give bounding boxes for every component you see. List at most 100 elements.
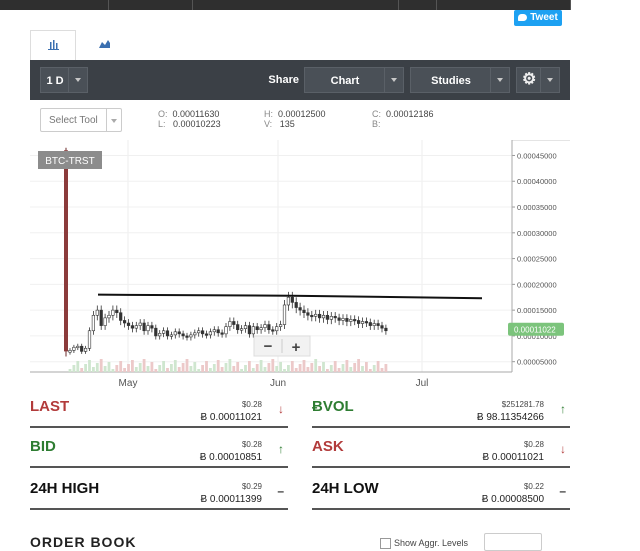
- volume-bar: [271, 359, 275, 372]
- volume-bar: [365, 362, 368, 372]
- tweet-button[interactable]: Tweet: [514, 10, 562, 26]
- volume-bar: [368, 369, 372, 372]
- volume-bar: [92, 367, 95, 372]
- volume-bar: [279, 362, 282, 372]
- volume-bar: [95, 363, 99, 372]
- candle-body: [103, 317, 107, 326]
- candle-body: [76, 345, 80, 349]
- stat-usd: $0.22: [523, 482, 544, 491]
- stat-usd: $0.29: [241, 482, 262, 491]
- candle-body: [123, 320, 127, 324]
- gear-icon: ⚙: [522, 71, 537, 88]
- volume-bar: [177, 367, 181, 372]
- volume-bar: [212, 364, 216, 372]
- top-nav-segment[interactable]: [398, 0, 437, 10]
- interval-select[interactable]: 1 D: [40, 67, 88, 93]
- volume-bar: [181, 363, 185, 372]
- volume-bar: [318, 366, 321, 372]
- candle-body: [83, 347, 88, 352]
- candle-body: [345, 318, 349, 322]
- candle-body: [372, 323, 376, 326]
- select-tool-dropdown[interactable]: Select Tool: [40, 108, 122, 132]
- volume-bar: [119, 361, 123, 372]
- volume-value: 135: [279, 119, 295, 129]
- top-nav-segment[interactable]: [108, 0, 193, 10]
- volume-bar: [361, 366, 364, 372]
- tab-area-chart[interactable]: [82, 30, 126, 60]
- volume-bar: [267, 363, 271, 372]
- volume-bar: [170, 364, 173, 372]
- candle-body: [115, 309, 119, 314]
- chart-type-select[interactable]: Chart: [304, 67, 404, 93]
- stat-bid: BID $0.28 Ƀ 0.00010851 ↑: [30, 432, 288, 468]
- volume-bar: [333, 361, 337, 372]
- y-tick-label: 0.00005000: [517, 358, 557, 367]
- volume-bar: [123, 368, 126, 372]
- chevron-down-icon: [490, 68, 509, 92]
- stat-usd: $0.28: [523, 440, 544, 449]
- volume-bar: [76, 361, 80, 372]
- candle-body: [87, 330, 92, 349]
- tab-candlestick[interactable]: [30, 30, 76, 61]
- open-value: 0.00011630: [172, 109, 220, 119]
- settings-button[interactable]: ⚙: [516, 67, 560, 93]
- volume-bar: [189, 366, 193, 372]
- candlestick-icon: [48, 40, 59, 50]
- y-tick-label: 0.00035000: [517, 203, 557, 212]
- x-tick-label: Jul: [416, 378, 429, 389]
- volume-bar: [216, 360, 220, 372]
- volume-bar: [154, 369, 158, 372]
- price-chart[interactable]: May Jun Jul 0.00045000 0.00040000 0.00035000 0…: [30, 140, 570, 390]
- stat-name: 24H HIGH: [30, 480, 100, 497]
- zoom-out-button[interactable]: −: [264, 338, 273, 355]
- candle-body: [282, 304, 287, 325]
- top-nav-segment[interactable]: [436, 0, 571, 10]
- studies-select[interactable]: Studies: [410, 67, 510, 93]
- candle-body: [259, 327, 263, 331]
- candle-body: [189, 334, 193, 338]
- volume-bar: [337, 368, 341, 372]
- price-chart-svg[interactable]: May Jun Jul 0.00045000 0.00040000 0.00035000 0…: [30, 140, 570, 390]
- y-tick-label: 0.00045000: [517, 151, 557, 160]
- y-tick-label: 0.00015000: [517, 306, 557, 315]
- top-nav-segment[interactable]: [192, 0, 399, 10]
- arrow-up-icon: ↑: [560, 402, 566, 416]
- volume-bar: [228, 359, 232, 372]
- candle-body: [236, 324, 240, 331]
- candle-body: [130, 325, 134, 329]
- candle-body: [349, 319, 353, 322]
- stat-btc: Ƀ 0.00011399: [200, 494, 262, 505]
- candle-body: [224, 326, 228, 335]
- candle-body: [321, 314, 326, 319]
- select-tool-label: Select Tool: [49, 115, 98, 126]
- volume-bar: [294, 368, 298, 372]
- volume-bar: [162, 361, 165, 372]
- volume-bar: [68, 369, 72, 372]
- volume-bar: [134, 367, 138, 372]
- zoom-in-button[interactable]: +: [292, 339, 301, 356]
- chart-type-label: Chart: [330, 75, 360, 87]
- candle-body: [302, 309, 306, 314]
- candle-body: [384, 327, 388, 332]
- candle-body: [212, 329, 216, 333]
- top-nav-segment[interactable]: [0, 0, 109, 10]
- volume-bar: [131, 360, 134, 372]
- y-tick-label: 0.00040000: [517, 177, 557, 186]
- volume-bar: [111, 369, 115, 372]
- aggregate-levels-input[interactable]: [484, 533, 542, 551]
- x-tick-label: May: [119, 378, 138, 389]
- volume-bar: [341, 364, 345, 372]
- candle-body: [267, 324, 271, 331]
- candle-body: [185, 335, 189, 338]
- chevron-down-icon: [68, 68, 87, 92]
- candle-body: [208, 331, 213, 336]
- candle-body: [111, 309, 115, 316]
- candle-body: [177, 331, 181, 335]
- candle-body: [263, 324, 267, 328]
- volume-bar: [248, 361, 251, 372]
- candle-body: [138, 322, 142, 326]
- area-chart-icon: [99, 40, 110, 48]
- volume-bar: [314, 359, 318, 372]
- volume-label: V:: [264, 119, 273, 129]
- chevron-down-icon: [106, 109, 121, 131]
